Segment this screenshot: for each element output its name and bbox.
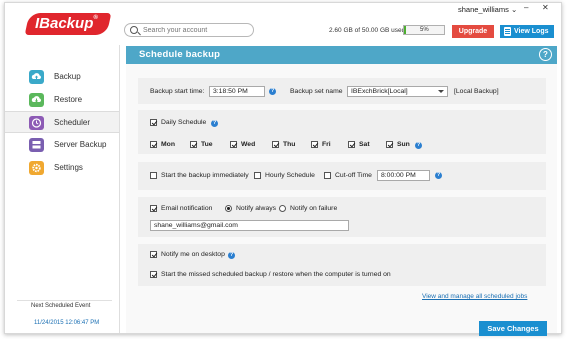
day-label-fri: Fri bbox=[322, 141, 331, 148]
sidebar-item-label: Restore bbox=[54, 95, 83, 104]
server-icon bbox=[29, 138, 44, 152]
username-label: shane_williams bbox=[458, 5, 509, 14]
notify-desktop-checkbox[interactable] bbox=[150, 251, 157, 258]
close-button[interactable]: ✕ bbox=[542, 3, 549, 12]
search-input[interactable] bbox=[143, 25, 251, 35]
chevron-down-icon bbox=[438, 90, 444, 93]
cloud-upload-icon bbox=[29, 70, 44, 84]
cutoff-time-checkbox[interactable] bbox=[324, 172, 331, 179]
day-label-mon: Mon bbox=[161, 141, 175, 148]
help-icon[interactable]: ? bbox=[415, 142, 422, 149]
view-logs-label: View Logs bbox=[514, 28, 549, 35]
help-icon[interactable]: ? bbox=[211, 120, 218, 127]
day-label-tue: Tue bbox=[201, 141, 213, 148]
email-notification-section: Email notification Notify always Notify … bbox=[138, 197, 546, 237]
document-icon bbox=[504, 27, 511, 36]
search-icon bbox=[130, 26, 138, 34]
day-label-sat: Sat bbox=[359, 141, 370, 148]
sidebar-item-label: Server Backup bbox=[54, 140, 107, 149]
minimize-button[interactable]: – bbox=[524, 3, 528, 12]
notify-failure-label: Notify on failure bbox=[290, 205, 338, 212]
day-label-wed: Wed bbox=[241, 141, 256, 148]
hourly-schedule-label: Hourly Schedule bbox=[265, 172, 315, 179]
day-checkbox-sat[interactable] bbox=[348, 141, 355, 148]
email-notification-checkbox[interactable] bbox=[150, 205, 157, 212]
search-box[interactable] bbox=[124, 23, 254, 37]
sidebar-item-server-backup[interactable]: Server Backup bbox=[5, 134, 119, 156]
backup-time-section: Backup start time: 3:18:50 PM ? Backup s… bbox=[138, 78, 546, 104]
logo-text: IBackup bbox=[35, 15, 94, 32]
desktop-notification-section: Notify me on desktop ? Start the missed … bbox=[138, 244, 546, 286]
day-checkbox-wed[interactable] bbox=[230, 141, 237, 148]
username-menu[interactable]: shane_williams ⌄ bbox=[458, 5, 517, 14]
sidebar-item-settings[interactable]: Settings bbox=[5, 157, 119, 179]
day-checkbox-fri[interactable] bbox=[311, 141, 318, 148]
next-event-date: 11/24/2015 12:06:47 PM bbox=[34, 320, 100, 326]
email-notification-label: Email notification bbox=[161, 205, 213, 212]
sidebar: Backup Restore Scheduler Server Backup S… bbox=[5, 45, 120, 333]
day-label-sun: Sun bbox=[397, 141, 410, 148]
start-immediately-label: Start the backup immediately bbox=[161, 172, 249, 179]
upgrade-button[interactable]: Upgrade bbox=[452, 25, 494, 38]
storage-percent-label: 5% bbox=[420, 27, 429, 33]
day-checkbox-sun[interactable] bbox=[386, 141, 393, 148]
help-icon[interactable]: ? bbox=[269, 88, 276, 95]
view-logs-button[interactable]: View Logs bbox=[500, 25, 554, 38]
notify-failure-radio[interactable] bbox=[279, 205, 286, 212]
start-immediately-checkbox[interactable] bbox=[150, 172, 157, 179]
storage-usage-text: 2.60 GB of 50.00 GB used bbox=[329, 27, 406, 34]
daily-schedule-section: Daily Schedule ? Mon Tue Wed Thu Fri Sat… bbox=[138, 110, 546, 154]
sidebar-item-backup[interactable]: Backup bbox=[5, 66, 119, 88]
cutoff-time-label: Cut-off Time bbox=[335, 172, 372, 179]
cutoff-time-field[interactable]: 8:00:00 PM bbox=[377, 170, 430, 181]
sidebar-divider bbox=[17, 300, 112, 301]
help-icon[interactable]: ? bbox=[435, 172, 442, 179]
schedule-options-section: Start the backup immediately Hourly Sche… bbox=[138, 162, 546, 190]
notify-always-radio[interactable] bbox=[225, 205, 232, 212]
sidebar-item-label: Scheduler bbox=[54, 118, 91, 127]
chevron-down-icon: ⌄ bbox=[510, 5, 518, 14]
manage-scheduled-jobs-link[interactable]: View and manage all scheduled jobs bbox=[422, 293, 527, 300]
ibackup-logo: IBackup® bbox=[24, 13, 112, 35]
missed-backup-checkbox[interactable] bbox=[150, 271, 157, 278]
backup-set-name-label: Backup set name bbox=[290, 88, 343, 95]
day-label-thu: Thu bbox=[283, 141, 296, 148]
clock-icon bbox=[29, 116, 44, 130]
help-icon[interactable]: ? bbox=[228, 252, 235, 259]
backup-set-type: [Local Backup] bbox=[454, 88, 499, 95]
help-icon[interactable]: ? bbox=[539, 48, 552, 61]
page-header: Schedule backup ? bbox=[126, 46, 557, 64]
next-event-label: Next Scheduled Event bbox=[31, 303, 91, 309]
day-checkbox-thu[interactable] bbox=[272, 141, 279, 148]
day-checkbox-tue[interactable] bbox=[190, 141, 197, 148]
notify-always-label: Notify always bbox=[236, 205, 277, 212]
gear-icon bbox=[29, 161, 44, 175]
backup-set-select[interactable]: IBExchBrick[Local] bbox=[347, 86, 448, 97]
notify-desktop-label: Notify me on desktop bbox=[161, 251, 225, 258]
save-changes-button[interactable]: Save Changes bbox=[479, 321, 547, 336]
email-field[interactable]: shane_williams@gmail.com bbox=[150, 220, 349, 231]
backup-start-time-field[interactable]: 3:18:50 PM bbox=[209, 86, 265, 97]
storage-progress-fill bbox=[404, 26, 406, 34]
page-title: Schedule backup bbox=[139, 49, 221, 60]
hourly-schedule-checkbox[interactable] bbox=[254, 172, 261, 179]
storage-progress-bar: 5% bbox=[403, 25, 445, 35]
app-window: IBackup® shane_williams ⌄ – ✕ 2.60 GB of… bbox=[4, 2, 562, 336]
missed-backup-label: Start the missed scheduled backup / rest… bbox=[161, 271, 391, 278]
sidebar-item-label: Settings bbox=[54, 163, 83, 172]
backup-set-value: IBExchBrick[Local] bbox=[351, 88, 408, 95]
sidebar-item-restore[interactable]: Restore bbox=[5, 89, 119, 111]
backup-start-time-label: Backup start time: bbox=[150, 88, 205, 95]
cloud-download-icon bbox=[29, 93, 44, 107]
day-checkbox-mon[interactable] bbox=[150, 141, 157, 148]
daily-schedule-checkbox[interactable] bbox=[150, 119, 157, 126]
daily-schedule-label: Daily Schedule bbox=[161, 119, 207, 126]
title-bar: IBackup® shane_williams ⌄ – ✕ 2.60 GB of… bbox=[5, 3, 561, 45]
sidebar-item-label: Backup bbox=[54, 72, 81, 81]
schedule-form: Backup start time: 3:18:50 PM ? Backup s… bbox=[126, 64, 557, 336]
sidebar-item-scheduler[interactable]: Scheduler bbox=[5, 111, 119, 133]
